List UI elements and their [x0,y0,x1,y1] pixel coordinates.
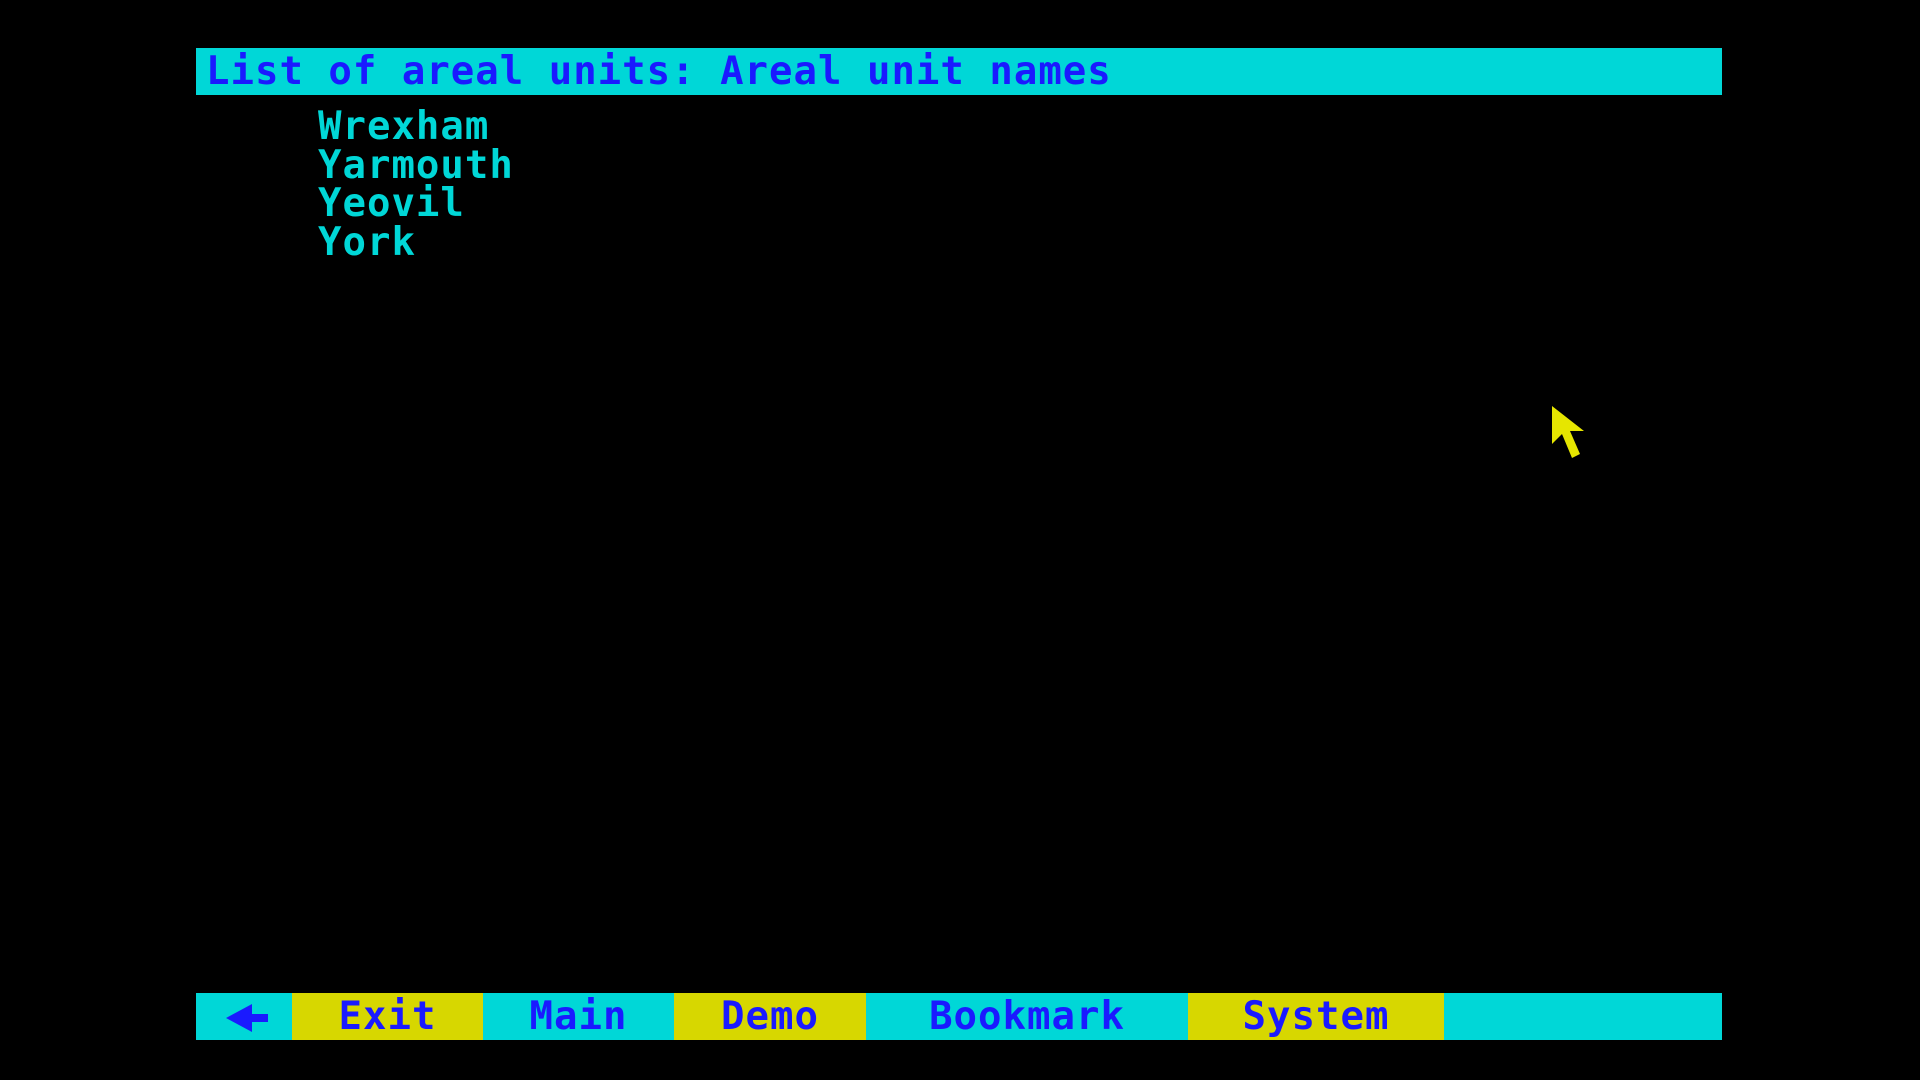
exit-button[interactable]: Exit [292,993,483,1040]
system-button[interactable]: System [1188,993,1444,1040]
list-item[interactable]: Wrexham [318,107,514,147]
bottom-menu-bar: Exit Main Demo Bookmark System [196,993,1722,1040]
mouse-pointer-icon [1552,406,1584,458]
back-button[interactable] [196,993,292,1040]
areal-unit-list: Wrexham Yarmouth Yeovil York [318,107,514,263]
list-item[interactable]: Yeovil [318,184,514,224]
list-item[interactable]: Yarmouth [318,146,514,186]
demo-button[interactable]: Demo [674,993,866,1040]
back-arrow-icon [226,1004,268,1032]
main-button[interactable]: Main [483,993,674,1040]
list-item[interactable]: York [318,223,514,263]
page-title: List of areal units: Areal unit names [196,48,1722,95]
bookmark-button[interactable]: Bookmark [866,993,1188,1040]
